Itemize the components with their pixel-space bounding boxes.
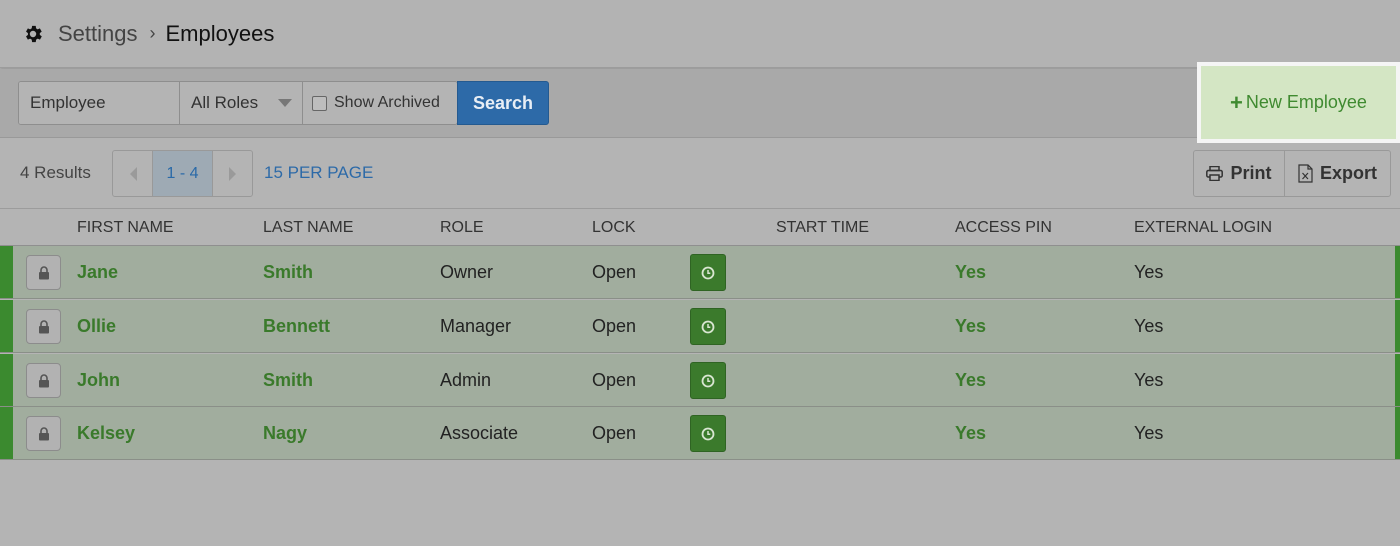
first-name-link[interactable]: Ollie <box>77 316 116 337</box>
next-page-button[interactable] <box>213 151 252 196</box>
first-name-link[interactable]: John <box>77 370 120 391</box>
clock-icon <box>701 427 715 440</box>
first-name-link[interactable]: Kelsey <box>77 423 135 444</box>
last-name-link[interactable]: Nagy <box>263 423 307 444</box>
printer-icon <box>1206 166 1224 181</box>
table-row[interactable]: John Smith Admin Open Yes Yes <box>0 354 1400 407</box>
external-login-cell: Yes <box>1134 423 1164 443</box>
last-name-link[interactable]: Smith <box>263 262 313 283</box>
results-count: 4 Results <box>20 163 91 182</box>
row-status-bar <box>1395 354 1400 406</box>
search-button[interactable]: Search <box>457 81 549 125</box>
row-status-bar <box>0 300 13 352</box>
table-row[interactable]: Kelsey Nagy Associate Open Yes Yes <box>0 407 1400 460</box>
gear-icon <box>26 25 42 42</box>
lock-cell: Open <box>592 423 637 443</box>
row-status-bar <box>0 246 13 298</box>
padlock-icon <box>38 265 49 279</box>
lock-button[interactable] <box>26 363 61 398</box>
new-employee-button[interactable]: + New Employee <box>1197 62 1400 143</box>
role-cell: Manager <box>440 316 512 336</box>
print-export-group: Print Export <box>1193 150 1391 197</box>
page-title: Employees <box>165 20 275 46</box>
employee-search-input[interactable] <box>19 82 180 124</box>
access-pin-cell[interactable]: Yes <box>955 316 986 337</box>
clock-icon <box>701 374 715 387</box>
previous-page-button[interactable] <box>113 151 152 196</box>
clock-button[interactable] <box>690 308 726 345</box>
clock-button[interactable] <box>690 254 726 291</box>
padlock-icon <box>38 426 49 440</box>
clock-button[interactable] <box>690 362 726 399</box>
lock-button[interactable] <box>26 309 61 344</box>
row-status-bar <box>0 354 13 406</box>
external-login-cell: Yes <box>1134 316 1164 336</box>
filter-group: All Roles Show Archived <box>18 81 458 125</box>
external-login-cell: Yes <box>1134 370 1164 390</box>
row-status-bar <box>0 407 13 459</box>
table-row[interactable]: Ollie Bennett Manager Open Yes Yes <box>0 300 1400 353</box>
role-cell: Admin <box>440 370 492 390</box>
last-name-link[interactable]: Bennett <box>263 316 330 337</box>
table-header: FIRST NAME LAST NAME ROLE LOCK START TIM… <box>0 208 1400 246</box>
excel-file-icon <box>1298 164 1313 183</box>
per-page-selector[interactable]: 15 PER PAGE <box>264 163 373 183</box>
last-name-link[interactable]: Smith <box>263 370 313 391</box>
row-status-bar <box>1395 407 1400 459</box>
lock-cell: Open <box>592 370 637 390</box>
export-button[interactable]: Export <box>1285 151 1390 196</box>
clock-icon <box>701 266 715 279</box>
column-header-role[interactable]: ROLE <box>440 219 484 237</box>
column-header-access-pin[interactable]: ACCESS PIN <box>955 219 1052 237</box>
access-pin-cell[interactable]: Yes <box>955 370 986 391</box>
clock-icon <box>701 320 715 333</box>
plus-icon: + <box>1230 89 1243 115</box>
print-button[interactable]: Print <box>1194 151 1285 196</box>
column-header-last-name[interactable]: LAST NAME <box>263 219 353 237</box>
padlock-icon <box>38 373 49 387</box>
role-cell: Owner <box>440 262 494 282</box>
column-header-start-time[interactable]: START TIME <box>776 219 869 237</box>
breadcrumb-settings[interactable]: Settings <box>58 21 138 47</box>
clock-button[interactable] <box>690 415 726 452</box>
chevron-right-icon <box>228 166 236 181</box>
column-header-external-login[interactable]: EXTERNAL LOGIN <box>1134 219 1272 237</box>
roles-select[interactable]: All Roles <box>180 82 303 124</box>
roles-select-value: All Roles <box>191 93 259 112</box>
show-archived-toggle[interactable]: Show Archived <box>303 82 457 124</box>
row-status-bar <box>1395 300 1400 352</box>
lock-cell: Open <box>592 316 637 336</box>
external-login-cell: Yes <box>1134 262 1164 282</box>
table-row[interactable]: Jane Smith Owner Open Yes Yes <box>0 246 1400 299</box>
padlock-icon <box>38 319 49 333</box>
row-status-bar <box>1395 246 1400 298</box>
chevron-left-icon <box>129 166 137 181</box>
pagination: 1 - 4 <box>112 150 253 197</box>
show-archived-label: Show Archived <box>334 94 440 111</box>
access-pin-cell[interactable]: Yes <box>955 423 986 444</box>
new-employee-label: New Employee <box>1245 92 1367 112</box>
filter-toolbar: All Roles Show Archived Search <box>0 69 1400 138</box>
chevron-down-icon <box>278 99 292 107</box>
column-header-lock[interactable]: LOCK <box>592 219 636 237</box>
first-name-link[interactable]: Jane <box>77 262 118 283</box>
lock-button[interactable] <box>26 255 61 290</box>
page-header: Settings › Employees <box>0 0 1400 68</box>
export-label: Export <box>1319 163 1377 183</box>
access-pin-cell[interactable]: Yes <box>955 262 986 283</box>
print-label: Print <box>1230 163 1272 183</box>
column-header-first-name[interactable]: FIRST NAME <box>77 219 174 237</box>
breadcrumb-separator: › <box>149 23 156 43</box>
role-cell: Associate <box>440 423 519 443</box>
page-range: 1 - 4 <box>152 151 213 196</box>
lock-cell: Open <box>592 262 637 282</box>
show-archived-checkbox[interactable] <box>312 95 327 111</box>
lock-button[interactable] <box>26 416 61 451</box>
